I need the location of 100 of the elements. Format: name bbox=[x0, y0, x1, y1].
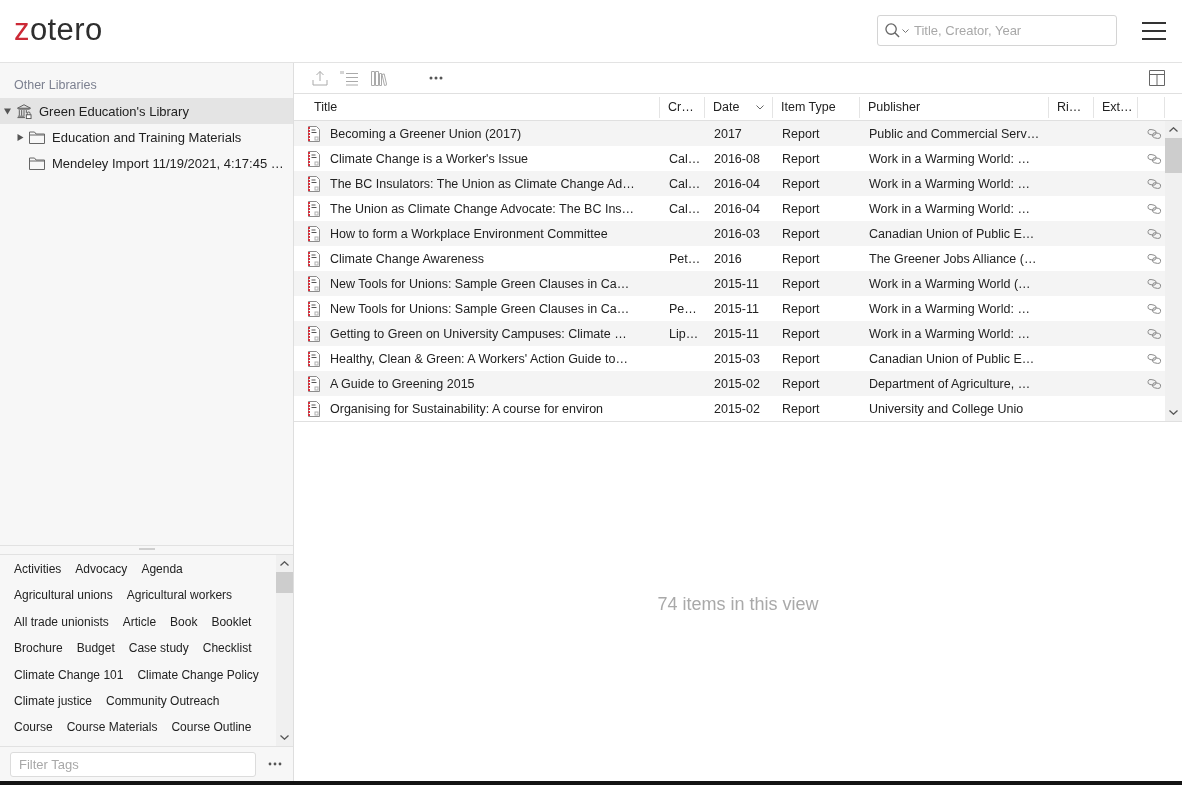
document-icon bbox=[307, 125, 321, 142]
publisher-text: Canadian Union of Public E… bbox=[869, 351, 1035, 366]
item-row[interactable]: The Union as Climate Change Advocate: The BC Ins… Cal… 2016-04 Report Work in a Warming World: … bbox=[294, 196, 1165, 221]
item-type-text: Report bbox=[782, 351, 820, 366]
collection-row[interactable]: Education and Training Materials bbox=[0, 124, 293, 150]
tag[interactable]: Agricultural workers bbox=[126, 582, 233, 609]
item-type-text: Report bbox=[782, 201, 820, 216]
tag[interactable]: Community Outreach bbox=[106, 687, 220, 715]
tag[interactable]: Course Materials bbox=[66, 714, 158, 741]
creator-text: Lip… bbox=[669, 326, 699, 341]
publisher-text: Public and Commercial Serv… bbox=[869, 126, 1040, 141]
splitter-handle[interactable] bbox=[138, 548, 155, 550]
title-text: The Union as Climate Change Advocate: The BC Ins… bbox=[330, 201, 635, 216]
tag[interactable]: Checklist bbox=[202, 635, 252, 662]
date-text: 2015-02 bbox=[714, 401, 760, 416]
document-icon bbox=[307, 350, 321, 367]
title-text: New Tools for Unions: Sample Green Clauses in Ca… bbox=[330, 301, 630, 316]
tag[interactable]: Climate justice bbox=[14, 687, 93, 715]
creator-text: Cal… bbox=[669, 151, 701, 166]
collection-row[interactable]: Mendeley Import 11/19/2021, 4:17:45 … bbox=[0, 150, 293, 176]
tag[interactable]: Case study bbox=[128, 635, 189, 662]
section-label: Other Libraries bbox=[13, 77, 98, 94]
columns-icon[interactable] bbox=[1149, 70, 1165, 86]
more-icon[interactable] bbox=[268, 762, 282, 766]
tag[interactable]: Climate Change Policy bbox=[137, 661, 259, 688]
tag[interactable]: Brochure bbox=[14, 635, 63, 662]
folder-icon bbox=[29, 155, 45, 171]
document-icon bbox=[307, 200, 321, 217]
item-row[interactable]: Healthy, Clean & Green: A Workers' Action Guide to… 2015-03 Report Canadian Union of Public E… bbox=[294, 346, 1165, 371]
date-text: 2016-08 bbox=[714, 151, 760, 166]
tag[interactable]: Agricultural unions bbox=[14, 582, 113, 609]
title-text: The BC Insulators: The Union as Climate Change Ad… bbox=[330, 176, 635, 191]
column-header[interactable]: Ri… bbox=[1049, 96, 1094, 118]
item-count-message: 74 items in this view bbox=[657, 593, 819, 615]
tag[interactable]: Advocacy bbox=[75, 556, 128, 583]
document-icon bbox=[307, 225, 321, 242]
publisher-text: Work in a Warming World: … bbox=[869, 301, 1030, 316]
scrollbar[interactable] bbox=[276, 555, 293, 746]
library-icon bbox=[16, 103, 32, 119]
tag[interactable]: Article bbox=[122, 608, 157, 636]
column-header[interactable]: Date bbox=[705, 96, 773, 118]
item-row[interactable]: Becoming a Greener Union (2017) 2017 Report Public and Commercial Serv… bbox=[294, 121, 1165, 146]
filter-tags-field[interactable]: Filter Tags bbox=[10, 751, 256, 777]
tag[interactable]: Agenda bbox=[141, 556, 183, 583]
column-header[interactable]: Ext… bbox=[1094, 96, 1138, 118]
item-type-text: Report bbox=[782, 126, 820, 141]
item-row[interactable]: How to form a Workplace Environment Committee 2016-03 Report Canadian Union of Public E… bbox=[294, 221, 1165, 246]
item-type-text: Report bbox=[782, 226, 820, 241]
item-row[interactable]: Climate Change Awareness Pet… 2016 Report The Greener Jobs Alliance (… bbox=[294, 246, 1165, 271]
collection-label: Education and Training Materials bbox=[52, 129, 242, 145]
tag[interactable]: Activities bbox=[14, 556, 62, 583]
chevron-down-icon[interactable] bbox=[1169, 410, 1178, 415]
publisher-text: Department of Agriculture, … bbox=[869, 376, 1031, 391]
chevron-down-icon[interactable] bbox=[280, 735, 289, 740]
tag[interactable]: Course Outline bbox=[171, 714, 252, 741]
item-row[interactable]: New Tools for Unions: Sample Green Clauses in Ca… Pe… 2015-11 Report Work in a Warming World: … bbox=[294, 296, 1165, 321]
date-text: 2016-03 bbox=[714, 226, 760, 241]
tag[interactable]: Climate Change 101 bbox=[14, 661, 124, 688]
item-row[interactable]: A Guide to Greening 2015 2015-02 Report Department of Agriculture, … bbox=[294, 371, 1165, 396]
scrollbar-thumb[interactable] bbox=[276, 572, 293, 593]
chevron-up-icon[interactable] bbox=[1169, 127, 1178, 132]
creator-text: Pe… bbox=[669, 301, 697, 316]
search-icon[interactable] bbox=[885, 22, 900, 38]
chevron-down-icon bbox=[756, 104, 764, 110]
more-icon[interactable] bbox=[429, 76, 443, 80]
item-row[interactable]: The BC Insulators: The Union as Climate Change Ad… Cal… 2016-04 Report Work in a Warming World: … bbox=[294, 171, 1165, 196]
title-text: Climate Change Awareness bbox=[330, 251, 485, 266]
tag[interactable]: Book bbox=[170, 608, 198, 636]
publisher-text: Work in a Warming World: … bbox=[869, 326, 1030, 341]
document-icon bbox=[307, 150, 321, 167]
menu-icon[interactable] bbox=[1142, 22, 1166, 40]
column-header[interactable]: Publisher bbox=[860, 96, 1049, 118]
disclosure-triangle-icon[interactable] bbox=[17, 133, 24, 141]
document-icon bbox=[307, 250, 321, 267]
column-header[interactable]: Item Type bbox=[773, 96, 860, 118]
disclosure-triangle-icon[interactable] bbox=[4, 107, 11, 115]
scrollbar-thumb[interactable] bbox=[1165, 138, 1182, 173]
item-row[interactable]: Getting to Green on University Campuses: Climate … Lip… 2015-11 Report Work in a Warming World: … bbox=[294, 321, 1165, 346]
column-header[interactable]: Cr… bbox=[660, 96, 705, 118]
tag[interactable]: Booklet bbox=[211, 608, 252, 636]
tag[interactable]: All trade unionists bbox=[14, 608, 109, 636]
document-icon bbox=[307, 275, 321, 292]
column-header[interactable]: Title bbox=[294, 96, 660, 118]
collection-label: Mendeley Import 11/19/2021, 4:17:45 … bbox=[52, 155, 284, 171]
tag[interactable]: Course bbox=[14, 714, 53, 741]
date-text: 2015-11 bbox=[714, 301, 759, 316]
tag[interactable]: Budget bbox=[76, 635, 115, 662]
item-type-text: Report bbox=[782, 276, 820, 291]
collection-row[interactable]: Green Education's Library bbox=[0, 98, 293, 124]
date-text: 2015-03 bbox=[714, 351, 760, 366]
folder-icon bbox=[29, 129, 45, 145]
item-row[interactable]: Climate Change is a Worker's Issue Cal… 2016-08 Report Work in a Warming World: … bbox=[294, 146, 1165, 171]
search-field[interactable]: Title, Creator, Year bbox=[877, 14, 1117, 46]
chevron-up-icon[interactable] bbox=[280, 561, 289, 566]
item-row[interactable]: New Tools for Unions: Sample Green Clauses in Ca… 2015-11 Report Work in a Warming World (… bbox=[294, 271, 1165, 296]
creator-text: Cal… bbox=[669, 201, 701, 216]
item-row[interactable]: Organising for Sustainability: A course for environ 2015-02 Report University and College Unio bbox=[294, 396, 1165, 421]
scrollbar[interactable] bbox=[1165, 121, 1182, 421]
item-type-text: Report bbox=[782, 176, 820, 191]
caret-icon[interactable] bbox=[902, 28, 909, 33]
